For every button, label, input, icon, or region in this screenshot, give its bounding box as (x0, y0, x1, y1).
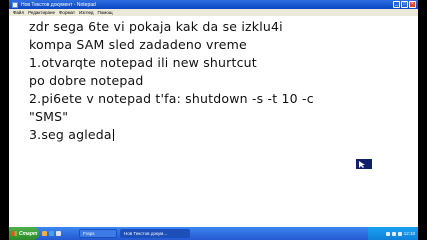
menu-bar: Файл Редактиране Формат Изглед Помощ (9, 9, 418, 16)
quick-launch (39, 231, 76, 236)
explorer-icon[interactable] (42, 231, 47, 236)
desktop-screen: Нов Текстов документ - Notepad _ □ × Фай… (9, 0, 418, 240)
system-tray: 12:10 (368, 227, 418, 240)
menu-format[interactable]: Формат (59, 10, 75, 15)
volume-icon[interactable] (385, 231, 390, 236)
menu-edit[interactable]: Редактиране (28, 10, 55, 15)
browser-icon[interactable] (49, 231, 54, 236)
editor-line-1: zdr sega 6te vi pokaja kak da se izklu4i (29, 19, 283, 34)
editor-line-7: 3.seg agleda (29, 127, 114, 142)
editor-line-3: 1.otvarqte notepad ili new shurtcut (29, 55, 257, 70)
menu-help[interactable]: Помощ (98, 10, 113, 15)
close-button[interactable]: × (409, 1, 416, 8)
menu-view[interactable]: Изглед (79, 10, 94, 15)
start-button[interactable]: Старт (9, 227, 39, 240)
network-icon[interactable] (391, 231, 396, 236)
editor-line-4: po dobre notepad (29, 73, 144, 88)
mouse-pointer-icon (356, 159, 372, 169)
title-bar[interactable]: Нов Текстов документ - Notepad _ □ × (9, 0, 418, 9)
taskbar-item-notepad[interactable]: Нов Текстов докум... (120, 229, 190, 238)
maximize-button[interactable]: □ (401, 1, 408, 8)
taskbar-item-fraps[interactable]: Fraps (79, 229, 117, 238)
editor-line-2: kompa SAM sled zadadeno vreme (29, 37, 247, 52)
editor-line-7-text: 3.seg agleda (29, 127, 112, 142)
taskbar-item-label: Нов Текстов докум... (124, 231, 168, 236)
windows-flag-icon (12, 231, 17, 236)
menu-file[interactable]: Файл (13, 10, 24, 15)
desktop-icon[interactable] (56, 231, 61, 236)
clock[interactable]: 12:10 (404, 231, 415, 236)
taskbar-item-label: Fraps (83, 231, 95, 236)
taskbar: Старт Fraps Нов Текстов докум... 12:10 (9, 227, 418, 240)
minimize-button[interactable]: _ (393, 1, 400, 8)
text-caret (112, 129, 114, 141)
editor-line-6: "SMS" (29, 109, 69, 124)
start-label: Старт (19, 230, 38, 237)
notepad-icon (12, 1, 18, 8)
window-controls: _ □ × (393, 1, 416, 8)
text-editor[interactable]: zdr sega 6te vi pokaja kak da se izklu4i… (9, 16, 418, 227)
editor-line-5: 2.pi6ete v notepad t'fa: shutdown -s -t … (29, 91, 314, 106)
shield-icon[interactable] (397, 231, 402, 236)
window-title: Нов Текстов документ - Notepad (21, 1, 96, 8)
